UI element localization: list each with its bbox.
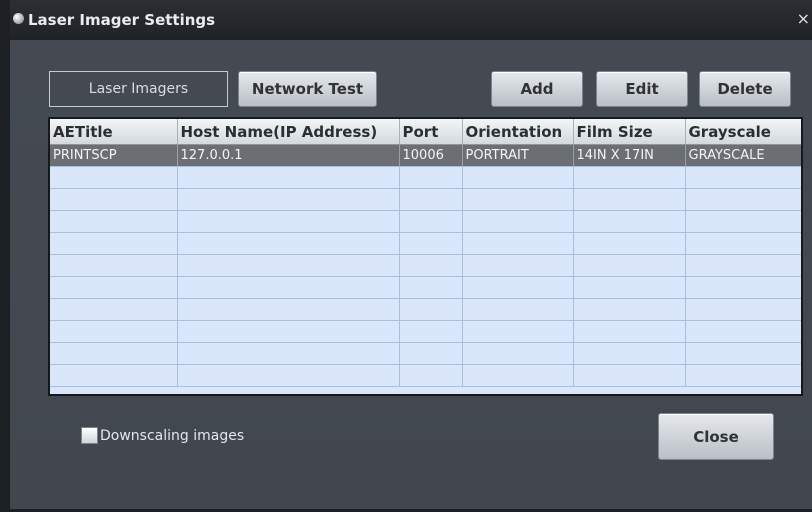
table-cell [399,298,463,321]
table-cell [573,298,686,321]
table-cell [399,166,463,189]
table-cell [573,364,686,387]
table-cell [50,342,178,365]
table-cell [50,232,178,255]
table-cell [50,166,178,189]
table-cell [573,210,686,233]
table-cell [573,342,686,365]
table-cell [462,210,574,233]
table-cell [685,210,801,233]
tab-laser-imagers[interactable]: Laser Imagers [49,71,228,107]
table-row[interactable] [50,364,801,387]
table-cell [399,320,463,343]
table-cell [50,364,178,387]
table-cell [685,298,801,321]
table-cell [462,232,574,255]
table-cell [462,276,574,299]
column-header-aetitle[interactable]: AETitle [50,119,178,145]
table-cell [573,254,686,277]
table-cell [462,166,574,189]
downscaling-label: Downscaling images [100,427,245,444]
table-row[interactable] [50,342,801,365]
table-cell [177,166,400,189]
close-icon[interactable]: × [797,9,810,28]
table-cell [462,254,574,277]
table-cell [177,188,400,211]
table-cell [399,210,463,233]
window-title: Laser Imager Settings [28,11,216,29]
table-cell [462,298,574,321]
table-cell [685,232,801,255]
laser-imager-settings-dialog: Laser Imager Settings × Laser Imagers Ne… [0,0,812,512]
table-cell [177,342,400,365]
table-cell [399,276,463,299]
cell-port: 10006 [399,144,463,167]
table-cell [573,276,686,299]
table-cell [50,298,178,321]
table-row-selected[interactable]: PRINTSCP 127.0.0.1 10006 PORTRAIT 14IN X… [50,144,801,167]
table-cell [573,166,686,189]
table-cell [685,276,801,299]
table-cell [50,276,178,299]
add-button[interactable]: Add [491,71,583,107]
table-cell [399,188,463,211]
table-cell [177,254,400,277]
column-header-host-name[interactable]: Host Name(IP Address) [177,119,400,145]
column-header-grayscale[interactable]: Grayscale [685,119,801,145]
edit-button[interactable]: Edit [596,71,688,107]
table-cell [177,210,400,233]
table-cell [685,166,801,189]
cell-film-size: 14IN X 17IN [573,144,686,167]
table-cell [50,188,178,211]
cell-grayscale: GRAYSCALE [685,144,801,167]
laser-imager-table[interactable]: AETitle Host Name(IP Address) Port Orien… [48,117,803,396]
table-cell [685,254,801,277]
table-row[interactable] [50,166,801,189]
network-test-button[interactable]: Network Test [238,71,377,107]
cell-host-name: 127.0.0.1 [177,144,400,167]
table-row[interactable] [50,232,801,255]
table-cell [177,276,400,299]
table-cell [462,342,574,365]
delete-button[interactable]: Delete [699,71,791,107]
table-cell [685,188,801,211]
table-row[interactable] [50,320,801,343]
cell-aetitle: PRINTSCP [50,144,178,167]
table-cell [50,210,178,233]
table-cell [399,254,463,277]
column-header-orientation[interactable]: Orientation [462,119,574,145]
table-cell [573,188,686,211]
table-cell [177,320,400,343]
table-row[interactable] [50,210,801,233]
table-cell [573,232,686,255]
table-header-row: AETitle Host Name(IP Address) Port Orien… [50,119,801,145]
table-cell [685,320,801,343]
column-header-film-size[interactable]: Film Size [573,119,686,145]
table-cell [177,232,400,255]
column-header-port[interactable]: Port [399,119,463,145]
table-cell [462,188,574,211]
table-cell [462,364,574,387]
downscaling-checkbox[interactable] [81,427,98,444]
table-row[interactable] [50,276,801,299]
table-cell [399,364,463,387]
table-cell [50,320,178,343]
title-bar: Laser Imager Settings × [10,0,812,40]
table-cell [399,232,463,255]
cell-orientation: PORTRAIT [462,144,574,167]
table-row[interactable] [50,298,801,321]
window-icon [13,13,24,24]
table-cell [399,342,463,365]
downscaling-option[interactable]: Downscaling images [81,427,244,444]
table-row[interactable] [50,188,801,211]
table-cell [462,320,574,343]
close-button[interactable]: Close [658,413,774,460]
table-cell [573,320,686,343]
table-cell [685,342,801,365]
table-cell [50,254,178,277]
table-cell [177,298,400,321]
table-cell [685,364,801,387]
table-row[interactable] [50,254,801,277]
table-cell [177,364,400,387]
